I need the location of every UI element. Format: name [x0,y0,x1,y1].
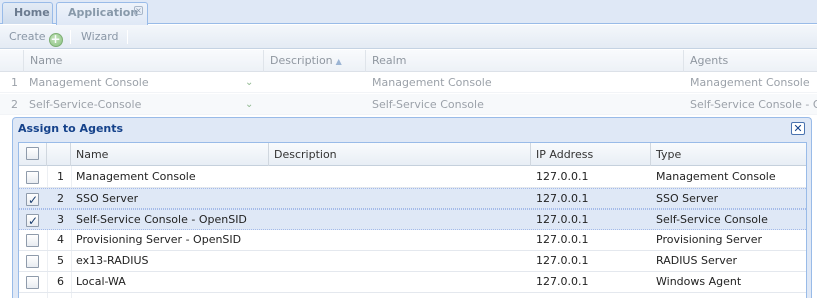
agent-row[interactable]: 2 SSO Server 127.0.0.1 SSO Server [19,188,806,210]
agent-checkbox[interactable] [26,171,39,184]
tab-bar: Home Application × [0,0,817,25]
tab-home[interactable]: Home [2,2,53,24]
agent-name: ex13-RADIUS [76,254,149,267]
column-header-ip-address[interactable]: IP Address [531,143,651,166]
wizard-button[interactable]: Wizard [81,25,119,49]
select-all-header [19,143,47,166]
select-all-checkbox[interactable] [26,147,39,160]
agent-row[interactable]: 1 Management Console 127.0.0.1 Managemen… [19,167,806,188]
column-header-description[interactable]: Description [269,143,531,166]
row-number: 6 [57,275,64,288]
agent-ip-address: 127.0.0.1 [536,170,589,183]
agent-name: Management Console [76,170,196,183]
close-icon[interactable]: × [134,6,143,15]
agent-checkbox[interactable] [26,190,39,210]
row-number: 5 [57,254,64,267]
agent-checkbox[interactable] [26,276,39,289]
agent-name: SSO Server [76,192,139,205]
agent-ip-address: 127.0.0.1 [536,192,589,205]
agent-name: Self-Service Console - OpenSID [76,213,247,226]
agent-row[interactable]: 5 ex13-RADIUS 127.0.0.1 RADIUS Server [19,251,806,272]
agent-type: Provisioning Server [656,233,763,246]
agent-row[interactable]: 4 Provisioning Server - OpenSID 127.0.0.… [19,230,806,251]
column-header-name[interactable]: Name [71,143,269,166]
agent-ip-address: 127.0.0.1 [536,275,589,288]
tab-home-label: Home [14,6,50,19]
close-icon[interactable]: ✕ [791,122,805,135]
row-number: 2 [57,192,64,205]
agent-type: SSO Server [656,192,719,205]
agent-row[interactable]: 6 Local-WA 127.0.0.1 Windows Agent [19,272,806,293]
agents-grid: Name Description IP Address Type 1 Manag… [18,142,807,298]
row-number: 1 [57,170,64,183]
create-button[interactable]: Create + [9,25,63,49]
agent-ip-address: 127.0.0.1 [536,254,589,267]
row-number-header [47,143,71,166]
agent-type: Self-Service Console [656,213,768,226]
column-header-type[interactable]: Type [651,143,806,166]
agent-name: Local-WA [76,275,126,288]
row-number: 3 [57,213,64,226]
dialog-title: Assign to Agents [18,122,124,135]
agent-checkbox[interactable] [26,234,39,247]
plus-circle-icon: + [48,32,63,47]
toolbar-separator [127,30,128,44]
assign-to-agents-dialog: Assign to Agents ✕ Name Description IP A… [12,117,812,298]
agent-checkbox[interactable] [26,255,39,268]
agent-type: Windows Agent [656,275,742,288]
row-number: 4 [57,233,64,246]
tab-application[interactable]: Application × [56,2,148,25]
agent-type: Management Console [656,170,776,183]
agent-ip-address: 127.0.0.1 [536,213,589,226]
wizard-button-label: Wizard [81,30,119,43]
agent-row[interactable]: 3 Self-Service Console - OpenSID 127.0.0… [19,209,806,231]
agent-type: RADIUS Server [656,254,738,267]
toolbar-separator [70,30,71,44]
agent-checkbox[interactable] [26,211,39,231]
tab-application-label: Application [68,6,139,19]
toolbar: Create + Wizard [0,25,817,49]
agents-grid-header: Name Description IP Address Type [19,143,806,166]
agent-ip-address: 127.0.0.1 [536,233,589,246]
create-button-label: Create [9,30,46,43]
agent-name: Provisioning Server - OpenSID [76,233,242,246]
